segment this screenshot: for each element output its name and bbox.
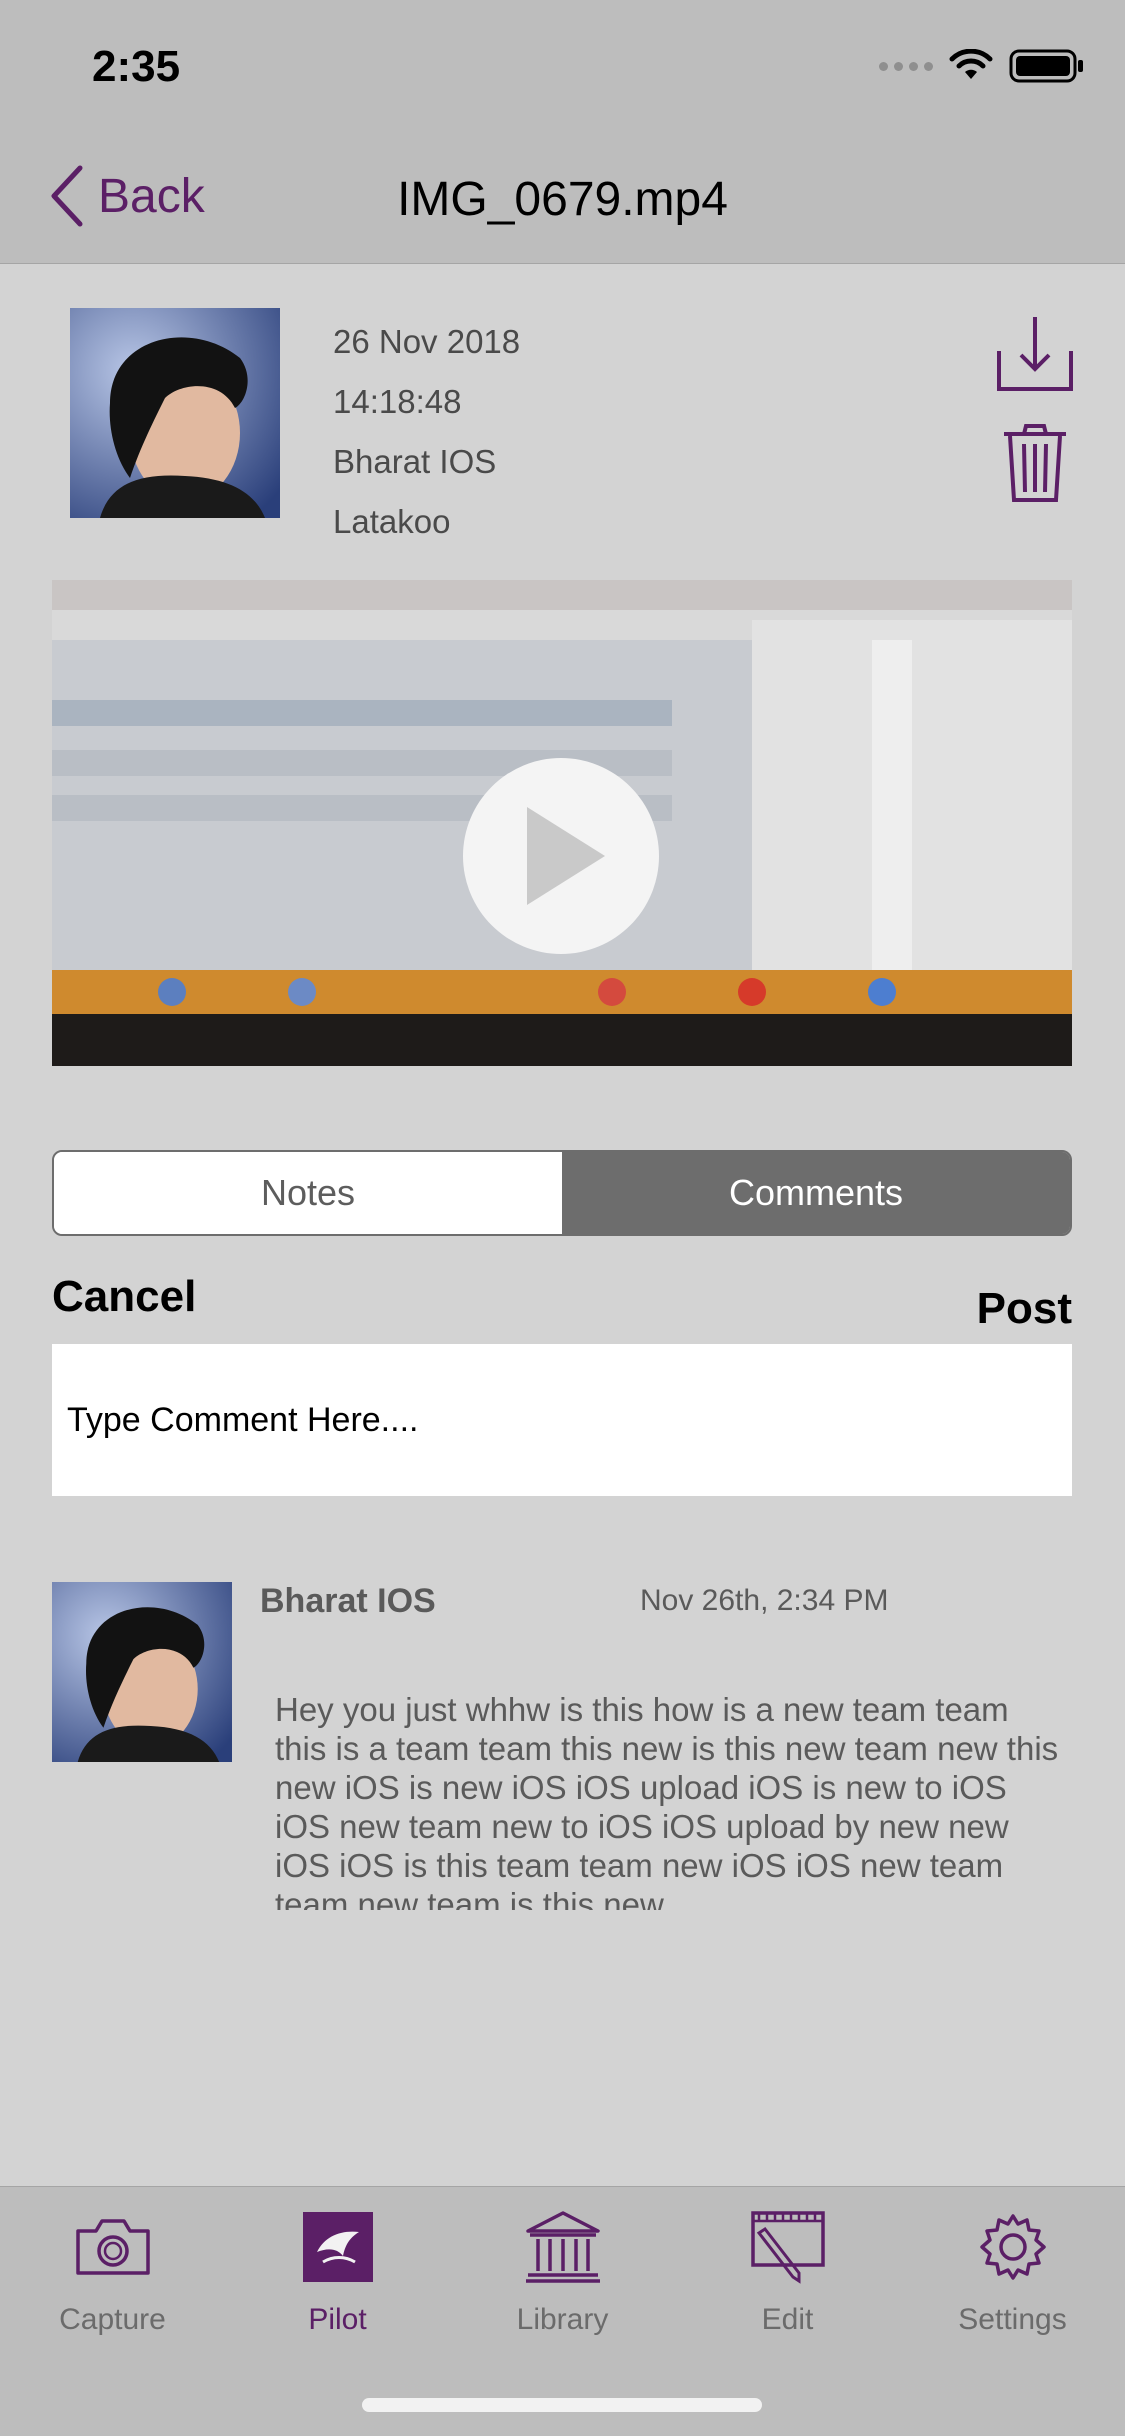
library-icon bbox=[525, 2211, 600, 2283]
screen: 2:35 Back IMG_0679.mp4 26 Nov 2018 14:18… bbox=[0, 0, 1125, 2436]
tab-library[interactable]: Library bbox=[450, 2209, 675, 2337]
tab-settings-label: Settings bbox=[958, 2303, 1067, 2336]
battery-icon bbox=[1009, 49, 1083, 83]
tab-edit-label: Edit bbox=[761, 2303, 814, 2336]
notes-comments-segmented-control: Notes Comments bbox=[52, 1150, 1072, 1236]
tab-capture[interactable]: Capture bbox=[0, 2209, 225, 2337]
tab-edit[interactable]: Edit bbox=[675, 2209, 900, 2337]
status-bar: 2:35 bbox=[0, 0, 1125, 132]
download-icon[interactable] bbox=[995, 315, 1075, 393]
trash-icon[interactable] bbox=[1000, 422, 1070, 504]
tab-notes[interactable]: Notes bbox=[54, 1152, 562, 1234]
navigation-bar: Back IMG_0679.mp4 bbox=[0, 132, 1125, 264]
status-icons bbox=[879, 48, 1085, 84]
page-title: IMG_0679.mp4 bbox=[397, 173, 728, 226]
tab-comments[interactable]: Comments bbox=[562, 1152, 1070, 1234]
wifi-icon bbox=[949, 49, 993, 79]
commenter-avatar bbox=[52, 1582, 232, 1762]
post-button[interactable]: Post bbox=[977, 1284, 1072, 1334]
play-button[interactable] bbox=[463, 758, 659, 954]
comment-input[interactable] bbox=[52, 1344, 1072, 1496]
tab-library-label: Library bbox=[516, 2303, 609, 2336]
media-time: 14:18:48 bbox=[333, 383, 462, 420]
comment-author: Bharat IOS bbox=[260, 1582, 436, 1620]
edit-film-icon bbox=[750, 2211, 825, 2284]
tab-pilot-label: Pilot bbox=[308, 2303, 367, 2336]
home-indicator[interactable] bbox=[362, 2398, 762, 2412]
media-author: Bharat IOS bbox=[333, 443, 497, 480]
tab-pilot[interactable]: Pilot bbox=[225, 2209, 450, 2337]
media-organization: Latakoo bbox=[333, 503, 451, 540]
status-time: 2:35 bbox=[92, 42, 181, 91]
gear-icon bbox=[979, 2214, 1046, 2280]
author-avatar bbox=[70, 308, 280, 518]
media-date: 26 Nov 2018 bbox=[333, 323, 521, 360]
camera-icon bbox=[75, 2219, 150, 2275]
cancel-button[interactable]: Cancel bbox=[52, 1272, 196, 1322]
play-icon bbox=[527, 807, 605, 905]
comment-text: Hey you just whhw is this how is a new t… bbox=[275, 1691, 1059, 1910]
pilot-logo-icon bbox=[302, 2212, 373, 2282]
comment-timestamp: Nov 26th, 2:34 PM bbox=[640, 1584, 889, 1617]
media-metadata: 26 Nov 2018 14:18:48 Bharat IOS Latakoo bbox=[333, 312, 520, 552]
cellular-signal-icon bbox=[879, 61, 933, 71]
tab-capture-label: Capture bbox=[59, 2303, 166, 2336]
tab-settings[interactable]: Settings bbox=[900, 2209, 1125, 2337]
